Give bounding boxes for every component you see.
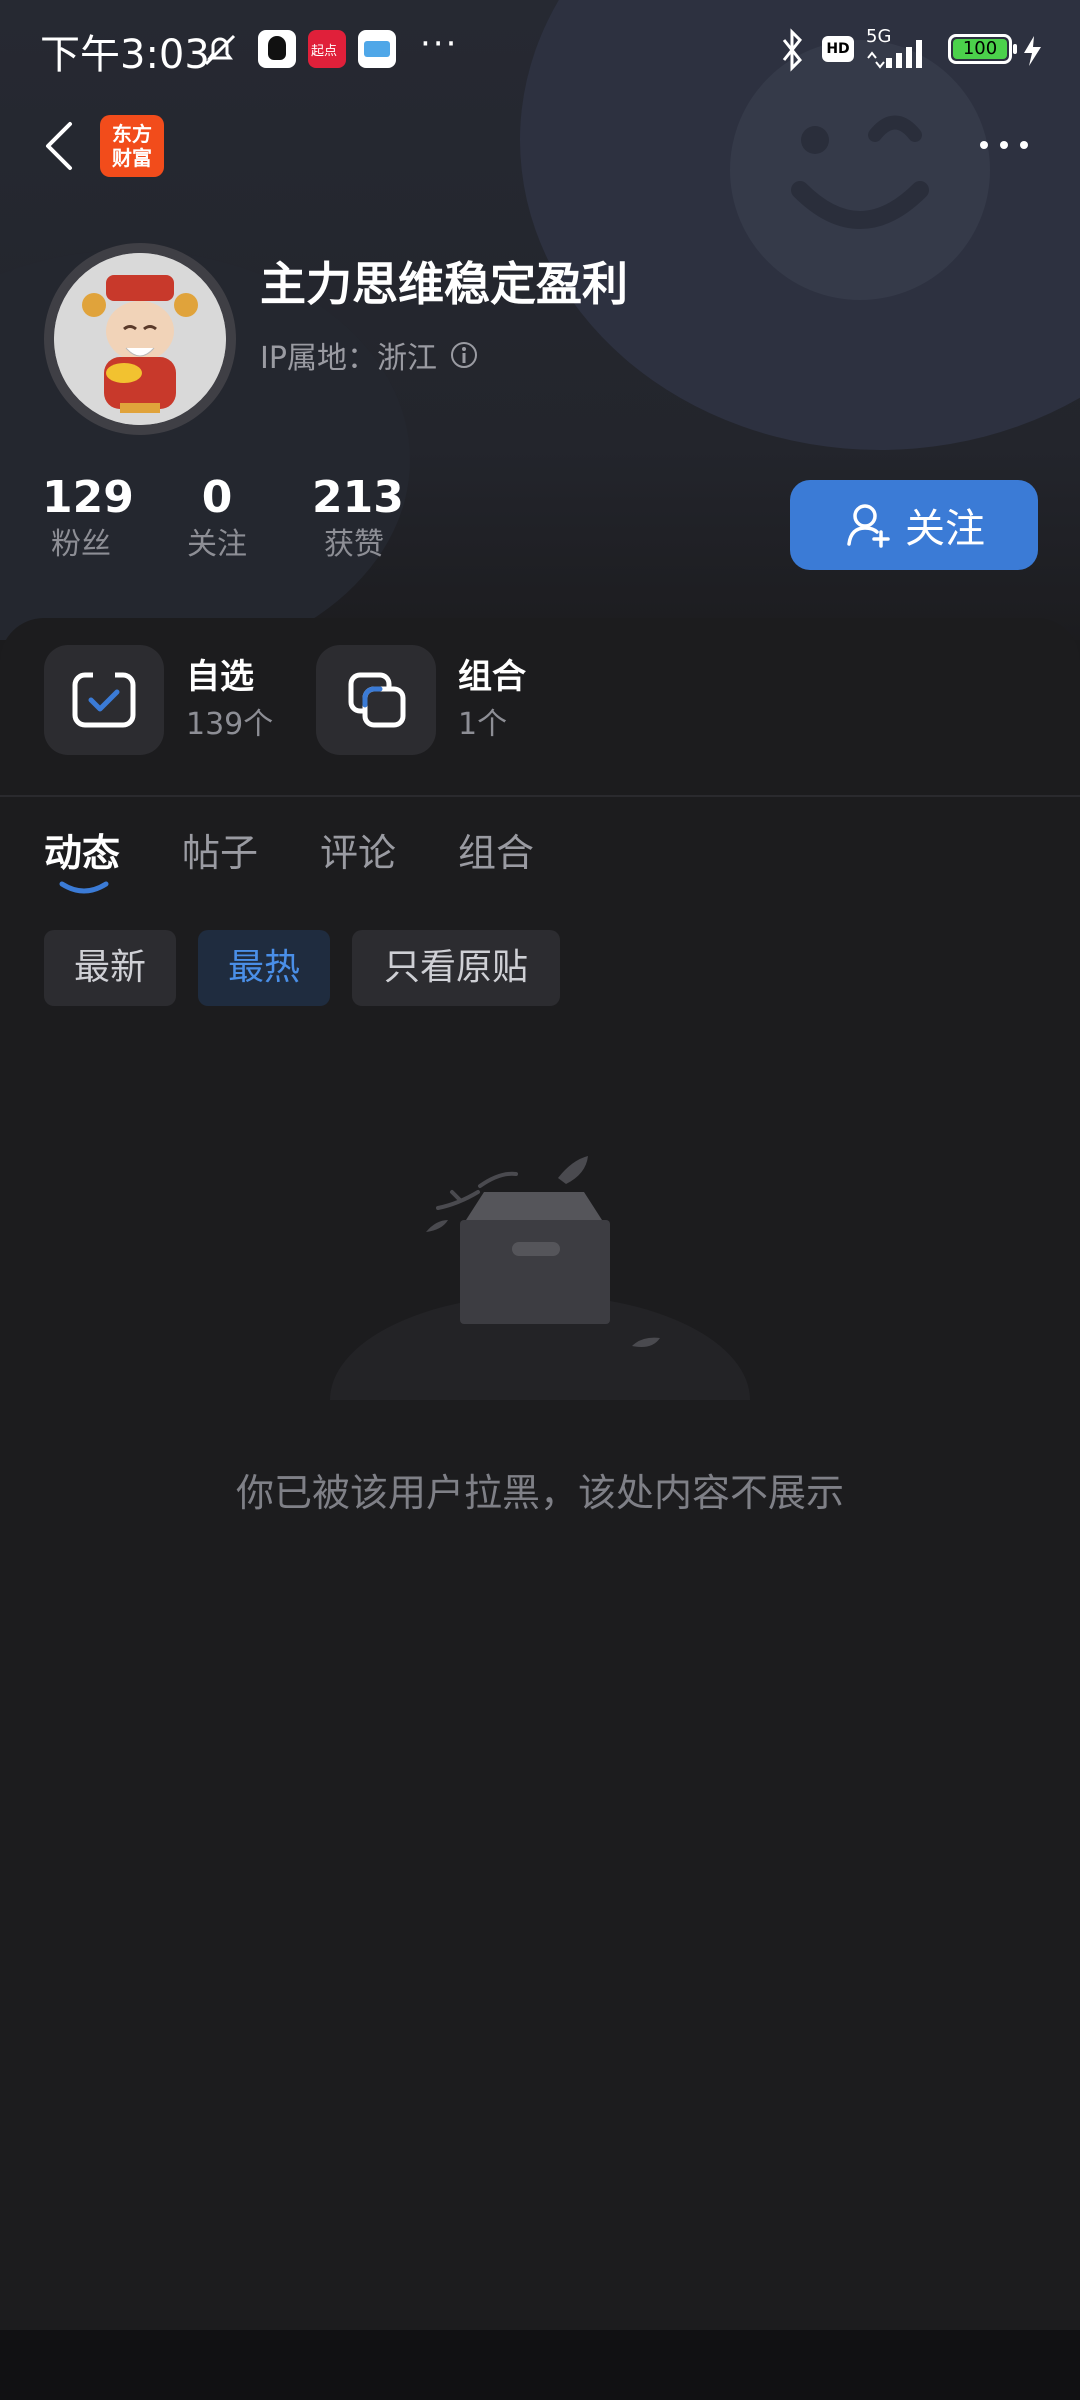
watchlist-title: 自选 xyxy=(186,657,254,697)
filter-latest[interactable]: 最新 xyxy=(44,930,176,1006)
tab-posts[interactable]: 帖子 xyxy=(182,822,258,877)
stat-value: 213 xyxy=(312,472,404,523)
portfolio-count: 1个 xyxy=(458,707,508,742)
app-logo[interactable]: 东方 财富 xyxy=(100,115,164,177)
watchlist-count: 139个 xyxy=(186,707,274,742)
active-tab-indicator xyxy=(59,881,109,894)
app-logo-text: 东方 xyxy=(112,122,152,146)
system-navigation-bar xyxy=(0,2330,1080,2400)
follow-button[interactable]: 关注 xyxy=(790,480,1038,570)
portfolio-icon-box xyxy=(316,645,436,755)
filter-original-only[interactable]: 只看原贴 xyxy=(352,930,560,1006)
avatar[interactable] xyxy=(44,243,236,435)
watchlist-icon-box xyxy=(44,645,164,755)
qidian-notification-icon xyxy=(308,30,346,68)
stat-following[interactable]: 0 关注 xyxy=(178,472,256,566)
tab-portfolio[interactable]: 组合 xyxy=(458,822,534,877)
back-arrow-icon[interactable] xyxy=(40,118,80,174)
battery-level: 100 xyxy=(953,39,1007,59)
portfolio-shortcut[interactable]: 组合 1个 xyxy=(316,645,526,755)
charging-icon xyxy=(1024,36,1041,66)
muted-bell-icon xyxy=(204,34,236,66)
app-logo-text: 财富 xyxy=(112,146,152,170)
portfolio-overlap-icon xyxy=(348,672,406,728)
tab-comments[interactable]: 评论 xyxy=(320,822,396,877)
card-notification-icon xyxy=(358,30,396,68)
signal-icon xyxy=(867,40,922,69)
qq-notification-icon xyxy=(258,30,296,68)
avatar-image xyxy=(54,253,226,425)
watchlist-shortcut[interactable]: 自选 139个 xyxy=(44,645,273,755)
more-options-icon[interactable] xyxy=(976,130,1032,160)
ip-label: IP属地： xyxy=(260,341,377,376)
watchlist-check-icon xyxy=(72,671,136,728)
follow-button-label: 关注 xyxy=(905,506,985,552)
username: 主力思维稳定盈利 xyxy=(260,257,628,311)
stat-label: 获赞 xyxy=(324,527,384,562)
info-icon[interactable] xyxy=(449,340,479,370)
hd-voice-icon: HD xyxy=(822,36,854,62)
stat-label: 粉丝 xyxy=(51,527,111,562)
divider xyxy=(0,795,1080,797)
stat-value: 129 xyxy=(42,472,134,523)
filter-hottest[interactable]: 最热 xyxy=(198,930,330,1006)
add-user-icon xyxy=(847,504,890,548)
stat-likes[interactable]: 213 获赞 xyxy=(312,472,404,566)
ip-value: 浙江 xyxy=(376,341,437,376)
portfolio-title: 组合 xyxy=(458,657,526,697)
battery-icon: 100 xyxy=(948,34,1017,64)
stat-fans[interactable]: 129 粉丝 xyxy=(42,472,134,566)
bluetooth-icon xyxy=(782,28,803,72)
empty-box-illustration xyxy=(330,1156,750,1400)
more-notifications-icon: ··· xyxy=(420,24,459,64)
blocked-message: 你已被该用户拉黑，该处内容不展示 xyxy=(235,1471,844,1515)
tab-dynamics[interactable]: 动态 xyxy=(44,822,120,877)
ip-location: IP属地： 浙江 xyxy=(260,333,479,377)
status-bar: 下午3:03 ··· HD 5G 100 xyxy=(0,0,1080,100)
stat-label: 关注 xyxy=(187,527,247,562)
status-time: 下午3:03 xyxy=(40,32,210,78)
stat-value: 0 xyxy=(201,472,233,523)
